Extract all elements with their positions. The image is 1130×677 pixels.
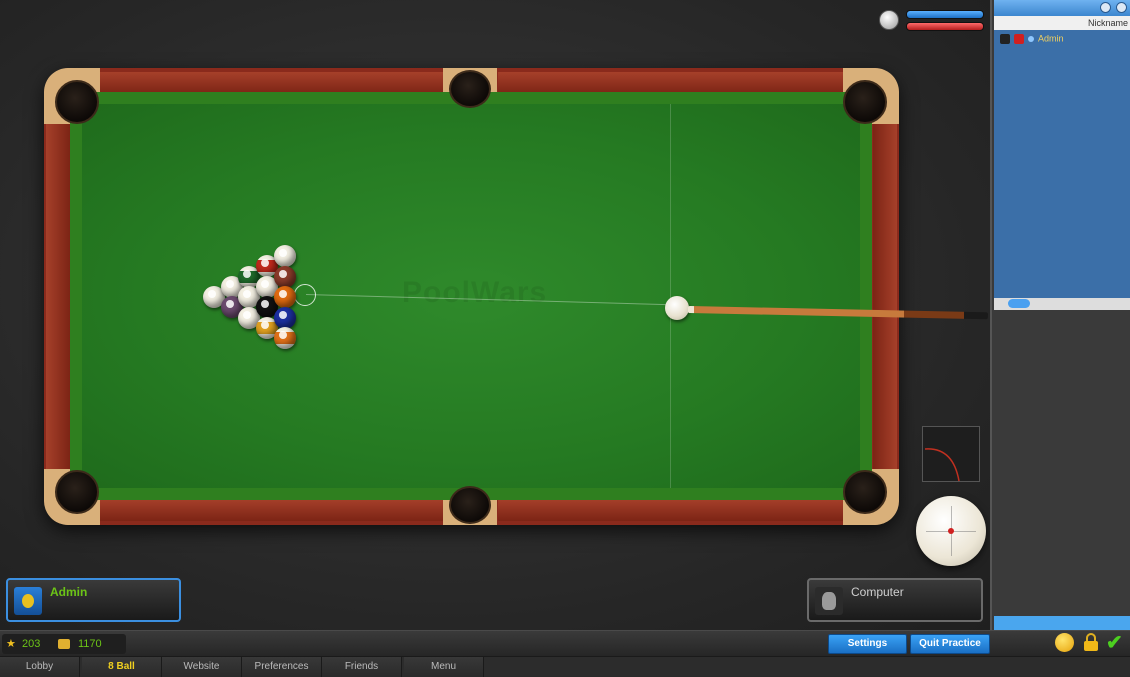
settings-button[interactable]: Settings bbox=[828, 634, 907, 654]
lock-icon[interactable] bbox=[1083, 633, 1099, 652]
game-area: PoolWars Admin Computer bbox=[0, 0, 990, 630]
spin-selector[interactable] bbox=[916, 496, 986, 566]
pocket-top-middle bbox=[449, 70, 491, 108]
chat-input[interactable] bbox=[994, 616, 1130, 630]
rail-bottom-right bbox=[498, 499, 843, 521]
rail-right bbox=[873, 124, 897, 469]
close-icon[interactable] bbox=[1116, 2, 1127, 13]
rail-left bbox=[46, 124, 70, 469]
pocket-top-right bbox=[843, 80, 887, 124]
object-ball bbox=[274, 306, 296, 329]
flag-icon bbox=[1000, 33, 1010, 44]
nickname: Admin bbox=[1038, 33, 1064, 44]
head-string-line bbox=[670, 104, 671, 488]
status-icon bbox=[1028, 35, 1034, 42]
tab-preferences[interactable]: Preferences bbox=[242, 657, 322, 677]
tab-bar: Lobby 8 Ball Website Preferences Friends Menu bbox=[0, 656, 1130, 677]
avatar bbox=[14, 587, 42, 615]
rail-top-left bbox=[100, 72, 443, 94]
player-panel-right: Computer bbox=[807, 578, 983, 622]
cue-ball[interactable] bbox=[665, 296, 689, 320]
player-panel-left: Admin bbox=[6, 578, 181, 622]
star-icon: ★ bbox=[6, 638, 16, 650]
pocket-top-left bbox=[55, 80, 99, 124]
table-watermark: PoolWars bbox=[402, 276, 548, 309]
object-ball bbox=[274, 327, 296, 349]
tab-menu[interactable]: Menu bbox=[404, 657, 484, 677]
power-meter[interactable] bbox=[922, 426, 980, 482]
player-name: Computer bbox=[851, 585, 904, 599]
tab-website[interactable]: Website bbox=[162, 657, 242, 677]
tab-lobby[interactable]: Lobby bbox=[0, 657, 80, 677]
scroll-thumb[interactable] bbox=[1008, 299, 1030, 308]
pocket-bottom-right bbox=[843, 470, 887, 514]
nickname-column-header[interactable]: Nickname bbox=[994, 16, 1130, 30]
table-felt[interactable]: PoolWars bbox=[82, 104, 860, 488]
emoji-icon[interactable] bbox=[1055, 633, 1074, 652]
tab-8-ball[interactable]: 8 Ball bbox=[82, 657, 162, 677]
player-timer-bar-blue bbox=[906, 10, 984, 19]
rail-bottom-left bbox=[100, 499, 443, 521]
player-timer-bar-red bbox=[906, 22, 984, 31]
power-arc-icon bbox=[924, 448, 960, 482]
coins-icon bbox=[58, 639, 70, 649]
timer-icon bbox=[879, 10, 899, 30]
pocket-bottom-left bbox=[55, 470, 99, 514]
scrollbar[interactable] bbox=[994, 298, 1130, 310]
settings-icon[interactable] bbox=[1100, 2, 1111, 13]
object-ball bbox=[274, 286, 296, 308]
player-name: Admin bbox=[50, 585, 88, 599]
stats-box: ★ 203 1170 bbox=[2, 634, 126, 654]
quit-practice-button[interactable]: Quit Practice bbox=[910, 634, 990, 654]
pocket-bottom-middle bbox=[449, 486, 491, 524]
rank-icon bbox=[1014, 33, 1024, 44]
list-item[interactable]: Admin bbox=[1000, 33, 1130, 45]
spin-point bbox=[948, 528, 954, 534]
avatar bbox=[815, 587, 843, 615]
player-list[interactable]: Nickname Admin bbox=[994, 0, 1130, 298]
tab-friends[interactable]: Friends bbox=[322, 657, 402, 677]
object-ball bbox=[274, 245, 296, 267]
sidebar-header bbox=[994, 0, 1130, 16]
ghost-ball bbox=[294, 284, 316, 306]
check-icon[interactable]: ✔ bbox=[1106, 633, 1126, 653]
rail-top-right bbox=[498, 72, 843, 94]
coins-count: 1170 bbox=[78, 638, 102, 650]
player-list-sidebar: Nickname Admin bbox=[990, 0, 1130, 630]
bottom-bar: ★ 203 1170 Settings Quit Practice bbox=[0, 630, 1130, 656]
object-ball bbox=[274, 265, 296, 288]
stars-count: 203 bbox=[22, 638, 41, 650]
